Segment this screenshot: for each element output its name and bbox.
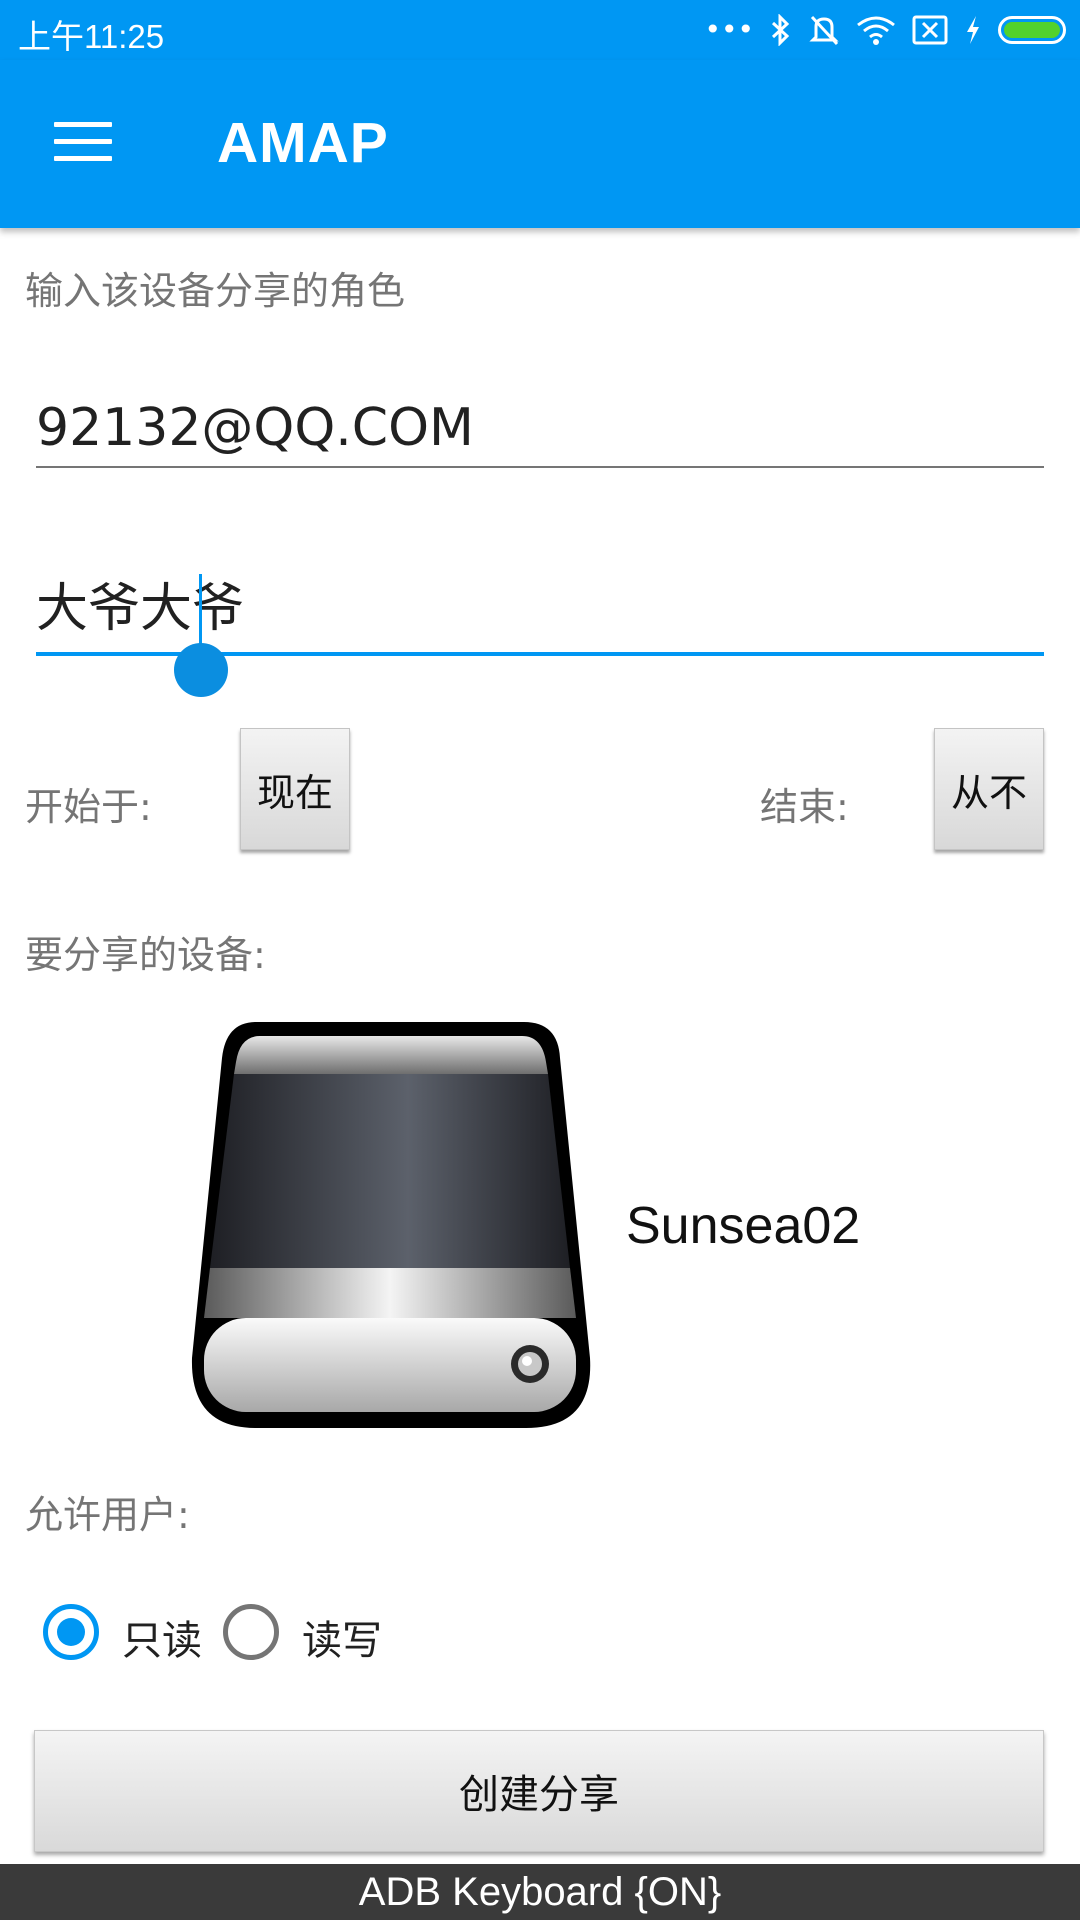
charging-icon	[967, 16, 979, 44]
cursor-handle[interactable]	[174, 643, 228, 697]
sim-off-icon	[912, 15, 948, 45]
wifi-icon	[857, 16, 895, 45]
start-label: 开始于:	[25, 785, 152, 829]
status-icons: •••	[688, 12, 1066, 48]
status-time: 上午11:25	[18, 18, 165, 55]
end-never-button[interactable]: 从不	[934, 728, 1044, 850]
status-bar: 上午11:25 •••	[0, 0, 1080, 60]
start-now-button[interactable]: 现在	[240, 728, 350, 850]
adb-keyboard-bar: ADB Keyboard {ON}	[0, 1864, 1080, 1920]
role-prompt-label: 输入该设备分享的角色	[25, 269, 406, 313]
permission-label: 允许用户:	[25, 1493, 190, 1537]
email-value: 92132@QQ.COM	[36, 398, 474, 458]
radio-read-only-label[interactable]: 只读	[122, 1608, 202, 1666]
end-label: 结束:	[760, 785, 849, 829]
device-name[interactable]: Sunsea02	[626, 1196, 860, 1256]
hamburger-menu-icon[interactable]	[54, 122, 112, 164]
name-value: 大爷大爷	[36, 579, 245, 639]
app-bar: AMAP	[0, 60, 1080, 228]
device-section-label: 要分享的设备:	[25, 933, 266, 977]
app-title: AMAP	[217, 111, 389, 175]
radio-read-write-label[interactable]: 读写	[302, 1608, 382, 1666]
text-cursor	[199, 574, 202, 646]
email-underline	[36, 466, 1044, 468]
bluetooth-icon	[771, 14, 790, 46]
radio-read-write[interactable]	[223, 1604, 279, 1660]
create-share-button[interactable]: 创建分享	[34, 1730, 1044, 1852]
email-field[interactable]: 92132@QQ.COM	[36, 392, 1044, 468]
radio-read-only[interactable]	[43, 1604, 99, 1660]
battery-icon	[998, 16, 1066, 44]
bell-off-icon	[809, 15, 839, 46]
name-field[interactable]: 大爷大爷	[36, 570, 1044, 656]
more-dots-icon: •••	[704, 13, 754, 46]
hard-drive-icon[interactable]	[186, 1018, 600, 1432]
